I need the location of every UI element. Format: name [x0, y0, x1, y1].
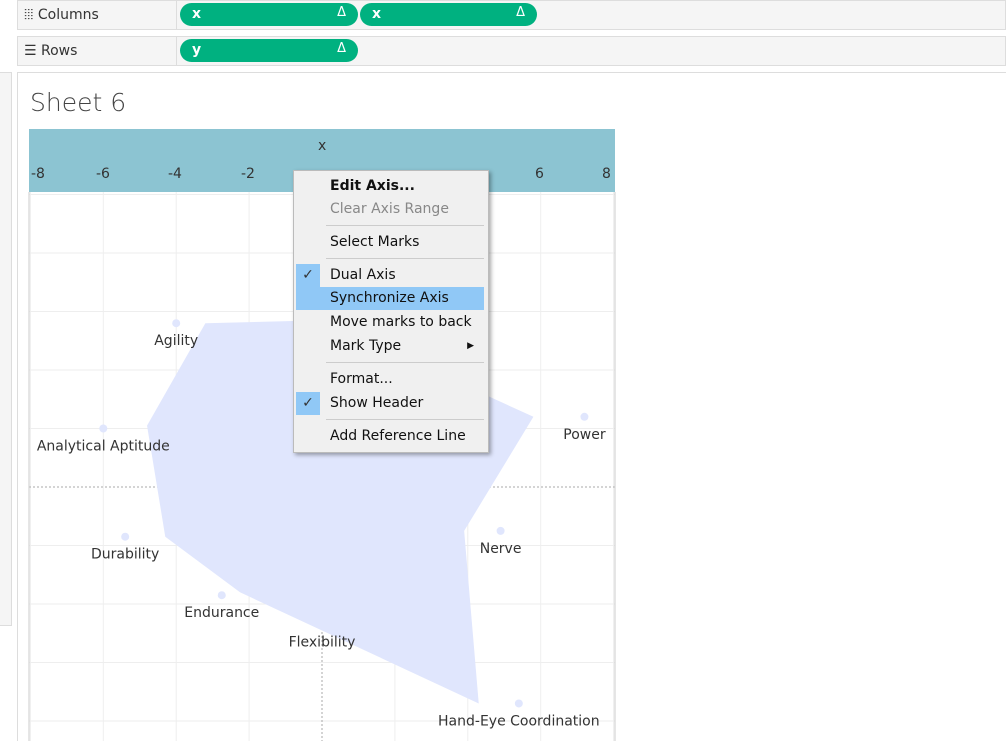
menu-item-label: Clear Axis Range: [330, 201, 449, 217]
menu-separator: [326, 258, 484, 259]
menu-item-dual-axis[interactable]: ✓ Dual Axis: [296, 264, 484, 287]
menu-item-label: Synchronize Axis: [330, 290, 449, 306]
submenu-arrow-icon: ▶: [467, 341, 474, 351]
checkmark-icon: ✓: [296, 392, 320, 415]
menu-item-move-marks-to-back[interactable]: Move marks to back: [296, 311, 484, 334]
x-tick-label: 6: [535, 166, 544, 182]
x-tick-label: -6: [96, 166, 110, 182]
x-tick-label: -8: [31, 166, 45, 182]
menu-item-mark-type[interactable]: Mark Type ▶: [296, 335, 484, 358]
context-menu: Edit Axis... Clear Axis Range Select Marks…: [293, 170, 489, 453]
menu-item-label: Show Header: [330, 395, 424, 411]
data-point: [99, 424, 108, 433]
point-label: Analytical Aptitude: [37, 439, 170, 455]
data-point: [496, 526, 505, 535]
point-label: Hand-Eye Coordination: [438, 713, 600, 729]
menu-item-label: Format...: [330, 371, 393, 387]
point-label: Flexibility: [289, 634, 356, 650]
menu-item-add-reference-line[interactable]: Add Reference Line: [296, 425, 484, 448]
menu-item-clear-axis-range[interactable]: Clear Axis Range: [296, 198, 484, 221]
data-point: [318, 620, 326, 629]
menu-separator: [326, 225, 484, 226]
menu-separator: [326, 362, 484, 363]
data-point: [217, 591, 226, 600]
menu-item-show-header[interactable]: ✓ Show Header: [296, 392, 484, 415]
data-point: [580, 412, 589, 421]
menu-item-synchronize-axis[interactable]: Synchronize Axis: [296, 287, 484, 310]
x-tick-label: 8: [602, 166, 611, 182]
point-label: Endurance: [184, 605, 259, 621]
menu-item-edit-axis[interactable]: Edit Axis...: [296, 175, 484, 198]
x-axis-title: x: [318, 138, 327, 154]
point-label: Durability: [91, 547, 159, 563]
x-tick-label: -4: [168, 166, 182, 182]
chart-plot: Agility Analytical Aptitude Power Durabilit…: [28, 192, 616, 741]
menu-item-label: Add Reference Line: [330, 428, 466, 444]
menu-item-label: Select Marks: [330, 234, 420, 250]
data-point: [172, 319, 181, 328]
menu-item-label: Dual Axis: [330, 267, 396, 283]
x-tick-label: -2: [241, 166, 255, 182]
menu-item-label: Move marks to back: [330, 314, 472, 330]
checkmark-icon: ✓: [296, 264, 320, 287]
point-label: Nerve: [480, 541, 522, 557]
point-label: Agility: [154, 333, 198, 349]
data-point: [514, 699, 523, 708]
point-label: Power: [563, 427, 606, 443]
menu-item-label: Edit Axis...: [330, 178, 415, 194]
menu-item-select-marks[interactable]: Select Marks: [296, 231, 484, 254]
menu-item-label: Mark Type: [330, 338, 402, 354]
data-point: [121, 532, 130, 541]
menu-item-format[interactable]: Format...: [296, 368, 484, 391]
menu-separator: [326, 419, 484, 420]
